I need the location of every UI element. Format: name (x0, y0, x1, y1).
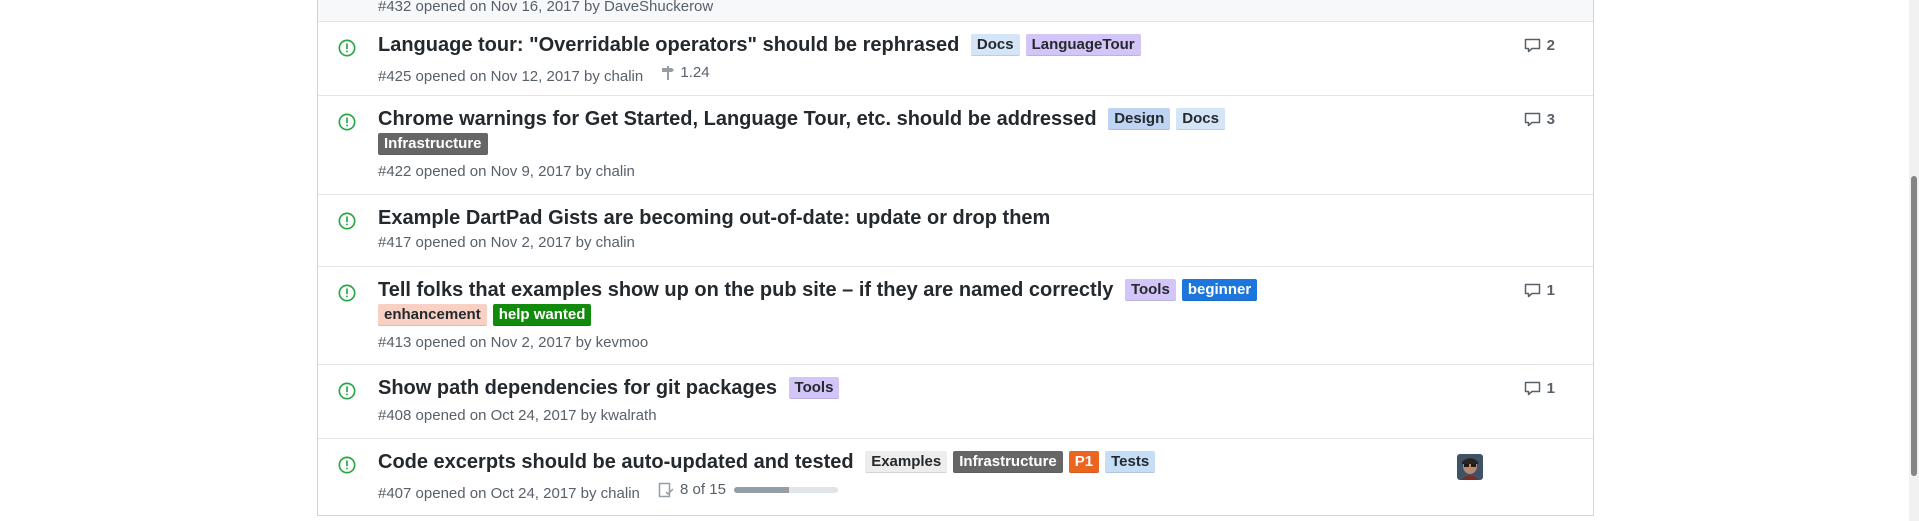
comment-count[interactable]: 2 (1524, 37, 1555, 54)
label-infrastructure[interactable]: Infrastructure (953, 451, 1063, 473)
label-enhancement[interactable]: enhancement (378, 304, 487, 326)
issue-row[interactable]: Show path dependencies for git packages … (318, 364, 1593, 438)
avatar-image (1457, 454, 1483, 480)
issue-content: Tell folks that examples show up on the … (378, 278, 1293, 353)
label-tests[interactable]: Tests (1105, 451, 1156, 473)
task-progress: 8 of 15 (658, 480, 838, 500)
issue-meta: #432 opened on Nov 16, 2017 by DaveShuck… (378, 0, 714, 15)
open-issue-icon (338, 456, 356, 474)
open-issue-icon (338, 212, 356, 230)
issue-title-line: Show path dependencies for git packages … (378, 376, 1473, 401)
milestone-icon (662, 66, 675, 80)
issue-meta: #413 opened on Nov 2, 2017 by kevmoo (378, 334, 649, 351)
comment-icon (1524, 38, 1540, 53)
comment-count[interactable]: 1 (1524, 282, 1555, 299)
issue-meta: #407 opened on Oct 24, 2017 by chalin 8 … (378, 480, 1473, 504)
comment-icon (1524, 283, 1540, 298)
issue-content: Code excerpts should be auto-updated and… (378, 450, 1473, 504)
checklist-icon (658, 482, 674, 498)
label-design[interactable]: Design (1108, 108, 1171, 130)
issue-title-line: Example DartPad Gists are becoming out-o… (378, 206, 1473, 231)
label-languagetour[interactable]: LanguageTour (1025, 34, 1141, 56)
issue-content: Chrome warnings for Get Started, Languag… (378, 107, 1293, 182)
issue-list: #432 opened on Nov 16, 2017 by DaveShuck… (317, 0, 1594, 516)
issue-title-line: Code excerpts should be auto-updated and… (378, 450, 1473, 475)
milestone-title: 1.24 (680, 64, 710, 81)
issue-meta: #422 opened on Nov 9, 2017 by chalin (378, 163, 635, 180)
issue-row[interactable]: Example DartPad Gists are becoming out-o… (318, 194, 1593, 266)
open-issue-icon (338, 113, 356, 131)
task-progress-fill (733, 487, 790, 493)
issue-row[interactable]: Language tour: "Overridable operators" s… (318, 21, 1593, 95)
scrollbar-thumb[interactable] (1911, 176, 1917, 476)
comment-count-value: 1 (1546, 282, 1555, 299)
label-p1[interactable]: P1 (1068, 451, 1100, 473)
label-infrastructure[interactable]: Infrastructure (378, 133, 488, 155)
comment-count[interactable]: 3 (1524, 111, 1555, 128)
issue-row[interactable]: #432 opened on Nov 16, 2017 by DaveShuck… (318, 0, 1593, 21)
comment-count-value: 1 (1546, 380, 1555, 397)
issue-title-link[interactable]: Show path dependencies for git packages (378, 377, 777, 399)
comment-count-value: 2 (1546, 37, 1555, 54)
open-issue-icon (338, 284, 356, 302)
issue-title-link[interactable]: Language tour: "Overridable operators" s… (378, 34, 959, 56)
issue-title-line: Chrome warnings for Get Started, Languag… (378, 107, 1293, 157)
milestone[interactable]: 1.24 (661, 63, 710, 83)
issue-meta-text: #425 opened on Nov 12, 2017 by chalin (378, 68, 644, 85)
issue-meta: #417 opened on Nov 2, 2017 by chalin (378, 234, 635, 251)
scrollbar-track[interactable] (1909, 0, 1919, 521)
label-tools[interactable]: Tools (1124, 279, 1176, 301)
issue-title-line: Tell folks that examples show up on the … (378, 278, 1293, 328)
issue-meta: #408 opened on Oct 24, 2017 by kwalrath (378, 407, 657, 424)
label-docs[interactable]: Docs (1176, 108, 1225, 130)
issue-content: Example DartPad Gists are becoming out-o… (378, 206, 1473, 253)
issue-meta-text: #407 opened on Oct 24, 2017 by chalin (378, 485, 640, 502)
label-beginner[interactable]: beginner (1181, 279, 1258, 301)
issue-content: #432 opened on Nov 16, 2017 by DaveShuck… (378, 0, 1473, 17)
issue-row[interactable]: Tell folks that examples show up on the … (318, 266, 1593, 364)
issue-content: Language tour: "Overridable operators" s… (378, 33, 1473, 87)
issue-meta: #425 opened on Nov 12, 2017 by chalin 1.… (378, 63, 1473, 87)
label-docs[interactable]: Docs (970, 34, 1020, 56)
issue-title-line: Language tour: "Overridable operators" s… (378, 33, 1473, 58)
comment-icon (1524, 112, 1540, 127)
comment-count[interactable]: 1 (1524, 380, 1555, 397)
issue-title-link[interactable]: Example DartPad Gists are becoming out-o… (378, 207, 1050, 229)
task-progress-bar (733, 487, 838, 493)
open-issue-icon (338, 39, 356, 57)
issue-title-link[interactable]: Tell folks that examples show up on the … (378, 279, 1113, 301)
assignee-avatar[interactable] (1457, 454, 1483, 480)
label-tools[interactable]: Tools (788, 377, 840, 399)
label-help-wanted[interactable]: help wanted (492, 304, 592, 326)
issue-row[interactable]: Chrome warnings for Get Started, Languag… (318, 95, 1593, 194)
issue-content: Show path dependencies for git packages … (378, 376, 1473, 426)
issue-title-link[interactable]: Chrome warnings for Get Started, Languag… (378, 108, 1097, 130)
comment-icon (1524, 381, 1540, 396)
label-examples[interactable]: Examples (865, 451, 948, 473)
issue-row[interactable]: Code excerpts should be auto-updated and… (318, 438, 1593, 515)
open-issue-icon (338, 382, 356, 400)
issue-title-link[interactable]: Code excerpts should be auto-updated and… (378, 451, 854, 473)
comment-count-value: 3 (1546, 111, 1555, 128)
task-count: 8 of 15 (680, 481, 726, 498)
